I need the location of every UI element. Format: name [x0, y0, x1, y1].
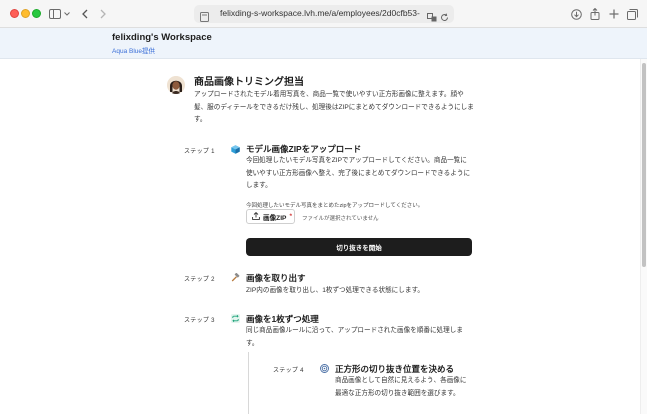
zoom-window-button[interactable]	[32, 9, 41, 18]
reload-icon[interactable]	[440, 9, 449, 27]
step-3-description: 同じ商品画像ルールに沿って、アップロードされた画像を順番に処理します。	[246, 327, 463, 347]
workspace-header: felixding's Workspace Aqua Blue提供	[0, 28, 647, 59]
page-title: 商品画像トリミング担当	[194, 77, 304, 88]
workspace-title[interactable]: felixding's Workspace	[112, 32, 212, 43]
step-2-description: ZIP内の画像を取り出し、1枚ずつ処理できる状態にします。	[246, 287, 424, 294]
zip-file-input[interactable]: 画像ZIP *	[246, 209, 295, 224]
upload-hint: 今回処理したいモデル写真をまとめたzipをアップロードしてください。	[246, 203, 424, 209]
step-4-label: ステップ 4	[273, 368, 304, 374]
browser-toolbar: felixding-s-workspace.lvh.me/a/employees…	[0, 0, 647, 28]
share-icon[interactable]	[589, 6, 601, 22]
minimize-window-button[interactable]	[21, 9, 30, 18]
address-bar[interactable]: felixding-s-workspace.lvh.me/a/employees…	[194, 5, 454, 23]
close-window-button[interactable]	[10, 9, 19, 18]
step-1-title: モデル画像ZIPをアップロード	[246, 144, 362, 154]
tabs-overview-icon[interactable]	[626, 6, 638, 22]
translate-icon[interactable]	[427, 9, 437, 27]
zip-file-label: 画像ZIP	[263, 214, 287, 222]
required-mark: *	[289, 213, 293, 220]
step-2-title: 画像を取り出す	[246, 273, 306, 283]
upload-icon	[252, 211, 260, 222]
page-scrollbar[interactable]	[640, 59, 647, 414]
scrollbar-thumb[interactable]	[642, 63, 646, 267]
repeat-icon	[230, 313, 240, 323]
site-settings-icon[interactable]	[200, 9, 209, 27]
hammer-icon	[230, 272, 240, 282]
step-1-label: ステップ 1	[184, 149, 215, 155]
url-text: felixding-s-workspace.lvh.me/a/employees…	[220, 8, 420, 18]
back-icon[interactable]	[80, 6, 90, 22]
workspace-provider[interactable]: Aqua Blue提供	[112, 45, 155, 55]
target-icon	[319, 363, 329, 373]
file-status: ファイルが選択されていません	[302, 216, 379, 222]
avatar	[167, 76, 185, 94]
nested-step-divider	[248, 352, 249, 414]
page-description: アップロードされたモデル着用写真を、商品一覧で使いやすい正方形画像に整えます。顔…	[194, 91, 474, 123]
forward-icon[interactable]	[98, 6, 108, 22]
step-4-title: 正方形の切り抜き位置を決める	[335, 364, 455, 374]
cube-icon	[230, 144, 240, 154]
step-1-description: 今回処理したいモデル写真をZIPでアップロードしてください。商品一覧に使いやすい…	[246, 157, 471, 189]
new-tab-icon[interactable]	[608, 6, 620, 22]
start-cropping-button[interactable]: 切り抜きを開始	[246, 238, 472, 256]
step-3-label: ステップ 3	[184, 318, 215, 324]
chevron-down-icon[interactable]	[63, 6, 71, 22]
sidebar-icon[interactable]	[48, 6, 62, 22]
download-icon[interactable]	[570, 6, 582, 22]
step-4-description: 商品画像として自然に見えるよう、各画像に最適な正方形の切り抜き範囲を選びます。	[335, 377, 467, 397]
step-2-label: ステップ 2	[184, 277, 215, 283]
step-3-title: 画像を1枚ずつ処理	[246, 314, 319, 324]
main-content: 商品画像トリミング担当 アップロードされたモデル着用写真を、商品一覧で使いやすい…	[0, 59, 640, 414]
